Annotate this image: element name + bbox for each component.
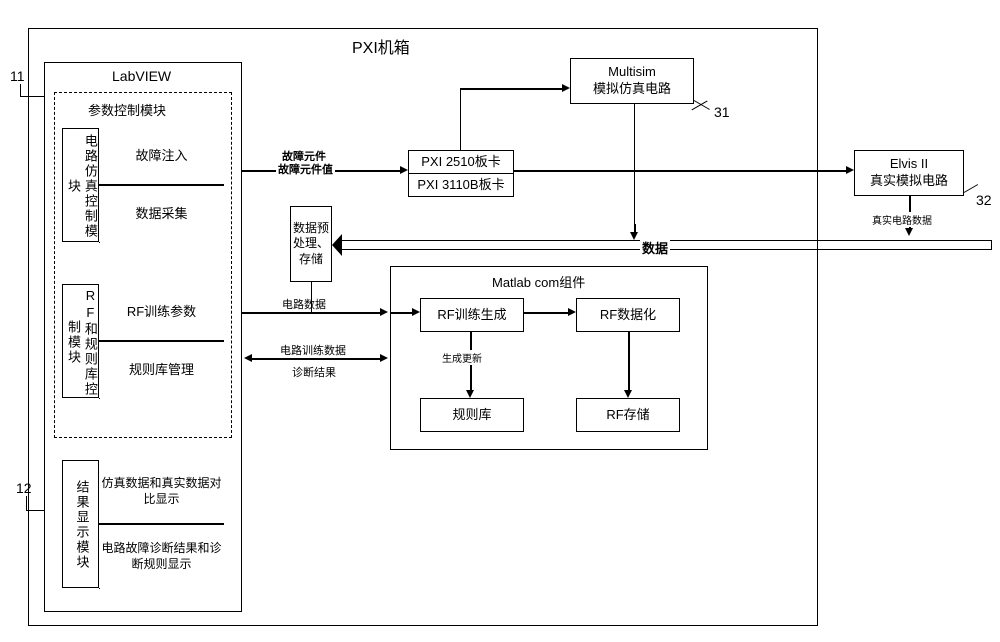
arrow-multisim-down-tip: [634, 224, 636, 232]
arrow-pxi-to-elvis: [514, 170, 846, 172]
arrow-matlab-in: [390, 312, 412, 314]
data-preprocess-label: 数据预处理、存储: [293, 221, 329, 268]
fault-diag-result: 电路故障诊断结果和诊断规则显示: [98, 524, 224, 588]
label-fault-value: 故障元件值: [276, 161, 335, 177]
elvis-box: Elvis II 真实模拟电路: [854, 150, 964, 196]
arrow-rftrain-to-digitize: [524, 312, 568, 314]
leader-12: [26, 496, 45, 511]
rf-store: RF存储: [576, 398, 680, 432]
rule-lib-mgmt: 规则库管理: [98, 341, 224, 398]
label-circuit-train-data: 电路训练数据: [278, 342, 348, 358]
line-preprocess-down: [311, 282, 312, 312]
rf-train-gen: RF训练生成: [420, 298, 524, 332]
data-bus-arrow-top: [332, 234, 342, 256]
matlab-title: Matlab com组件: [490, 272, 587, 291]
fault-injection: 故障注入: [98, 128, 224, 185]
multisim-box: Multisim 模拟仿真电路: [570, 58, 694, 104]
circuit-sim-control-label: 电路仿真控制模块: [63, 129, 100, 243]
arrow-to-multisim: [460, 88, 562, 90]
param-control-title: 参数控制模块: [86, 100, 168, 119]
ref-32: 32: [976, 192, 992, 208]
leader-11: [20, 84, 45, 97]
ref-12: 12: [16, 480, 32, 496]
elvis-title: Elvis II: [890, 156, 928, 173]
label-data: 数据: [640, 238, 670, 257]
multisim-title: Multisim: [608, 64, 656, 81]
pxi-card-3110b: PXI 3110B板卡: [408, 173, 514, 197]
result-display-label: 结果显示模块: [63, 461, 100, 589]
ref-31: 31: [714, 104, 730, 120]
arrow-digitize-to-store: [628, 332, 630, 390]
line-multisim-down: [634, 104, 635, 232]
labview-title: LabVIEW: [110, 68, 173, 84]
pxi-card-2510: PXI 2510板卡: [408, 150, 514, 174]
rule-lib: 规则库: [420, 398, 524, 432]
data-acquisition: 数据采集: [98, 185, 224, 242]
rf-rule-control-label: RF和规则库控制模块: [63, 285, 100, 399]
label-circuit-data: 电路数据: [280, 296, 328, 312]
multisim-subtitle: 模拟仿真电路: [593, 81, 671, 98]
label-real-circuit-data: 真实电路数据: [870, 212, 934, 227]
line-pxi-up: [460, 88, 461, 150]
pxi-title: PXI机箱: [350, 34, 412, 58]
label-diag-result: 诊断结果: [290, 364, 338, 380]
ref-11: 11: [10, 68, 25, 84]
data-preprocess-box: 数据预处理、存储: [290, 206, 332, 282]
rf-digitize: RF数据化: [576, 298, 680, 332]
arrow-circuit-data: [242, 312, 380, 314]
arrow-circuit-train-data: [252, 358, 380, 360]
rf-train-params: RF训练参数: [98, 284, 224, 341]
elvis-subtitle: 真实模拟电路: [870, 173, 948, 190]
label-gen-update: 生成更新: [440, 350, 484, 365]
sim-real-compare: 仿真数据和真实数据对比显示: [98, 460, 224, 524]
